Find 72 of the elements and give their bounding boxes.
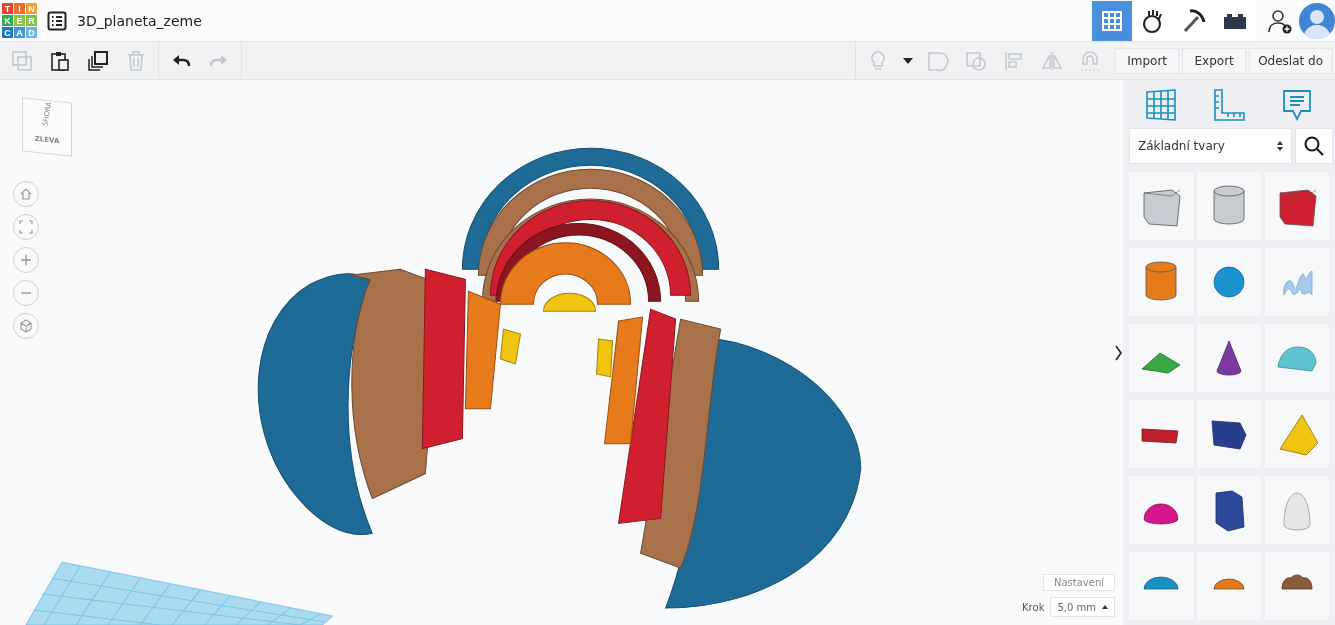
shape-tile[interactable]: [1129, 400, 1193, 468]
shape-tile[interactable]: [1197, 552, 1261, 620]
home-icon: [19, 187, 33, 201]
caret-icon: [903, 57, 914, 64]
logo-letter: D: [26, 27, 37, 38]
settings-button[interactable]: Nastavení: [1042, 574, 1115, 591]
logo-letter: K: [2, 15, 13, 26]
notes-icon[interactable]: [1280, 88, 1314, 122]
mirror-icon: [1041, 49, 1064, 72]
shape-tile[interactable]: [1265, 552, 1329, 620]
shape-tile[interactable]: [1129, 552, 1193, 620]
home-button[interactable]: [13, 181, 39, 207]
grid-icon: [1101, 9, 1123, 32]
brick-tab[interactable]: [1215, 0, 1255, 41]
ruler-icon[interactable]: [1212, 88, 1246, 122]
chevron-icon[interactable]: [1113, 343, 1123, 363]
shape-tile[interactable]: [1197, 400, 1261, 468]
shape-tile[interactable]: [1129, 476, 1193, 544]
logo-letter: T: [2, 3, 13, 14]
trash-icon: [125, 49, 147, 72]
action-button[interactable]: Odeslat do: [1249, 47, 1332, 74]
shape-tile[interactable]: [1265, 248, 1329, 316]
project-title[interactable]: 3D_planeta_zeme: [77, 12, 202, 29]
category-dropdown[interactable]: Základní tvary: [1129, 128, 1292, 164]
search-button[interactable]: [1295, 128, 1333, 164]
shape-tile[interactable]: [1265, 172, 1329, 240]
logo-letter: E: [14, 15, 25, 26]
ungroup-icon: [965, 49, 988, 72]
caret-icon: [1102, 605, 1108, 609]
shape-tile[interactable]: [1129, 172, 1193, 240]
hand-icon: [1141, 7, 1165, 34]
fit-view-icon: [19, 220, 33, 234]
minus-icon: [19, 291, 33, 295]
shape-tile[interactable]: [1265, 324, 1329, 392]
workplane-icon[interactable]: [1144, 88, 1178, 122]
action-button[interactable]: Export: [1182, 47, 1247, 74]
plus-icon: [19, 253, 33, 267]
avatar-icon[interactable]: [1299, 2, 1335, 39]
pickaxe-tab[interactable]: [1174, 0, 1214, 41]
copy-icon: [11, 49, 33, 72]
shape-tile[interactable]: [1129, 324, 1193, 392]
shape-tile[interactable]: [1265, 400, 1329, 468]
shape-tile[interactable]: [1197, 324, 1261, 392]
fit-button[interactable]: [13, 214, 39, 240]
zoom-in-button[interactable]: [13, 247, 39, 273]
logo-letter: N: [26, 3, 37, 14]
duplicate-icon: [87, 49, 109, 72]
group-icon: [927, 49, 950, 72]
shape-tile[interactable]: [1129, 248, 1193, 316]
tinkercad-logo[interactable]: T I N K E R C A D: [2, 3, 37, 38]
sort-arrows-icon: [1277, 141, 1283, 151]
step-label: Krok: [1022, 601, 1045, 613]
step-dropdown[interactable]: 5,0 mm: [1050, 597, 1115, 617]
logo-letter: C: [2, 27, 13, 38]
logo-letter: A: [14, 27, 25, 38]
logo-letter: I: [14, 3, 25, 14]
pickaxe-icon: [1181, 7, 1207, 34]
shape-tile[interactable]: [1265, 476, 1329, 544]
add-user-icon[interactable]: [1267, 7, 1293, 34]
logo-letter: R: [26, 15, 37, 26]
action-button[interactable]: Import: [1115, 47, 1180, 74]
hand-tab[interactable]: [1133, 0, 1173, 41]
shape-tile[interactable]: [1197, 172, 1261, 240]
cube-icon: [19, 319, 33, 333]
search-icon: [1304, 136, 1324, 156]
shape-tile[interactable]: [1197, 248, 1261, 316]
magnet-icon: [1079, 49, 1102, 72]
perspective-button[interactable]: [13, 313, 39, 339]
clipboard-icon: [49, 49, 71, 72]
shape-tile[interactable]: [1197, 476, 1261, 544]
list-icon[interactable]: [47, 10, 67, 31]
zoom-out-button[interactable]: [13, 280, 39, 306]
